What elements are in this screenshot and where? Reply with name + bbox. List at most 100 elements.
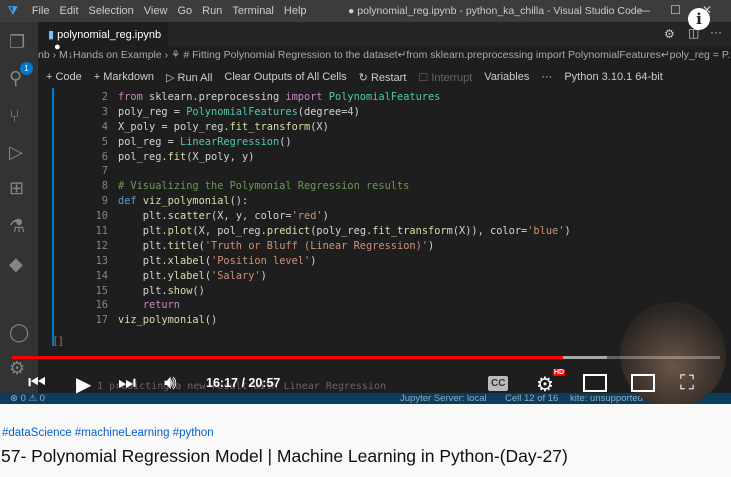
line-number: 5 <box>101 135 108 148</box>
code-token: title <box>167 239 199 252</box>
code-token: pol_reg. <box>118 150 168 163</box>
code-token: (X, pol_reg. <box>192 225 267 238</box>
code-token: viz_polymonial <box>142 195 230 208</box>
tab-polynomial-reg: ▮ polynomial_reg.ipynb ● <box>38 22 168 53</box>
line-number: 10 <box>95 210 108 223</box>
code-token: plt. <box>118 254 168 267</box>
testing-icon: ⚗ <box>9 216 26 236</box>
code-editor: 2 from sklearn.preprocessing import Polyn… <box>86 90 571 328</box>
line-number: 6 <box>101 150 108 163</box>
menu-file: File <box>31 5 50 17</box>
video-title: 57- Polynomial Regression Model | Machin… <box>1 446 568 466</box>
menu-edit: Edit <box>59 5 79 17</box>
code-token: (X_poly, y) <box>186 150 255 163</box>
volume-button[interactable]: 🔊︎ <box>164 372 177 395</box>
code-token: fit_transform <box>372 225 453 238</box>
line-number: 9 <box>101 195 108 208</box>
code-token: import <box>285 91 329 103</box>
search-icon: ⚲ <box>9 68 23 88</box>
code-token: 'Salary' <box>211 269 261 282</box>
code-token: scatter <box>167 210 212 223</box>
activity-bar: ❐ 1 ⚲ ⑂ ▷ ⊞ ⚗ ◆ ◯ ⚙ <box>0 22 38 393</box>
notebook-file-icon: ▮ <box>48 29 58 41</box>
code-line: 17 viz_polymonial() <box>86 313 571 328</box>
next-button[interactable]: ⏭ <box>118 372 136 395</box>
info-icon[interactable]: i <box>688 8 710 30</box>
line-number: 12 <box>95 239 108 252</box>
cell-execution-marker: [ ] <box>54 336 63 347</box>
code-line: 13 plt.xlabel('Position level') <box>86 254 571 269</box>
code-token: LinearRegression <box>180 135 280 148</box>
theater-mode-button[interactable] <box>631 374 655 392</box>
code-line: 12 plt.title('Truth or Bluff (Linear Reg… <box>86 239 571 254</box>
menu-run: Run <box>202 5 223 17</box>
code-token: () <box>279 135 292 148</box>
fullscreen-button[interactable]: ⛶ <box>680 372 694 395</box>
code-token: poly_reg = <box>118 105 187 118</box>
video-player[interactable]: ⧩ File Edit Selection View Go Run Termin… <box>0 0 731 404</box>
code-token: 'Position level' <box>211 254 311 267</box>
miniplayer-button[interactable] <box>583 374 607 392</box>
restart-button: ↻ Restart <box>358 71 407 84</box>
menu-terminal: Terminal <box>232 5 274 17</box>
variables-button: Variables <box>484 71 530 83</box>
breadcrumb: nb › M↓Hands on Example › ⚘ # Fitting Po… <box>38 49 731 61</box>
jupyter-server-status: Jupyter Server: local <box>400 393 487 404</box>
status-bar: ⊗ 0 ⚠ 0 Jupyter Server: local Cell 12 of… <box>0 393 731 404</box>
menu-view: View <box>143 5 168 17</box>
code-token: PolynomialFeatures <box>328 91 441 103</box>
code-line: 16 return <box>86 298 571 313</box>
hd-badge: HD <box>553 369 566 376</box>
code-token: (degree= <box>297 105 348 118</box>
settings-button[interactable]: ⚙ <box>536 372 554 397</box>
more-actions-icon: ··· <box>710 25 722 39</box>
editor-tabs: ▮ polynomial_reg.ipynb ● ⚙ ◫ ··· <box>38 22 731 53</box>
more-button: ··· <box>541 71 553 83</box>
previous-button[interactable]: ⏮ <box>28 372 46 395</box>
line-number: 14 <box>95 269 108 282</box>
code-token: return <box>142 299 181 312</box>
code-token: predict <box>266 225 311 238</box>
code-token: pol_reg = <box>118 135 180 148</box>
code-line: 10 plt.scatter(X, y, color='red') <box>86 209 571 224</box>
code-line: 5 pol_reg = LinearRegression() <box>86 135 571 150</box>
add-markdown-button: + Markdown <box>93 71 155 83</box>
code-line: 6 pol_reg.fit(X_poly, y) <box>86 150 571 165</box>
code-token: () <box>192 284 205 297</box>
code-line: 4 X_poly = poly_reg.fit_transform(X) <box>86 120 571 135</box>
menu-selection: Selection <box>88 5 134 17</box>
code-line: 11 plt.plot(X, pol_reg.predict(poly_reg.… <box>86 224 571 239</box>
code-token: ) <box>428 239 435 252</box>
menu-go: Go <box>177 5 193 17</box>
minimize-icon: — <box>638 3 650 17</box>
code-line: 14 plt.ylabel('Salary') <box>86 269 571 284</box>
code-token: ylabel <box>167 269 205 282</box>
code-token: 'red' <box>291 210 323 223</box>
captions-button[interactable]: CC <box>488 376 509 391</box>
play-button[interactable]: ▶ <box>76 372 91 397</box>
kernel-picker: Python 3.10.1 64-bit <box>564 71 663 83</box>
code-token: xlabel <box>167 254 205 267</box>
code-token: # Visualizing the Polymonial Regression … <box>118 180 410 193</box>
code-token: plt. <box>118 210 168 223</box>
add-code-button: + Code <box>46 71 82 83</box>
code-line: 7 <box>86 164 571 179</box>
played-bar <box>12 356 563 359</box>
progress-bar[interactable] <box>12 356 720 359</box>
line-number: 7 <box>101 165 108 178</box>
python-icon: ◆ <box>9 254 23 274</box>
code-token: ) <box>564 225 571 238</box>
hashtags[interactable]: #dataScience #machineLearning #python <box>2 427 214 439</box>
line-number: 16 <box>95 299 108 312</box>
account-icon: ◯ <box>9 322 30 342</box>
code-token: fit_transform <box>229 120 311 133</box>
code-token: plt. <box>118 225 168 238</box>
vscode-logo-icon: ⧩ <box>8 4 18 17</box>
code-token: PolynomialFeatures <box>186 105 298 118</box>
code-token: plot <box>167 225 193 238</box>
code-line: 8 # Visualizing the Polymonial Regression… <box>86 179 571 194</box>
code-token: fit <box>167 150 187 163</box>
code-token: (poly_reg. <box>310 225 373 238</box>
code-token: 'Truth or Bluff (Linear Regression)' <box>204 239 428 252</box>
